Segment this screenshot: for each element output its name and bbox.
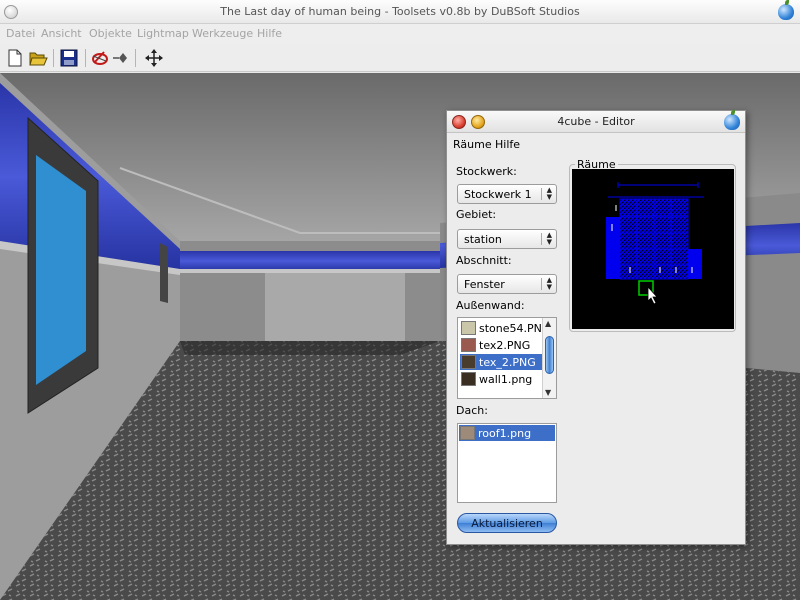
move-arrows-icon[interactable]: [144, 48, 164, 68]
menu-datei[interactable]: Datei: [6, 27, 35, 40]
abschnitt-label: Abschnitt:: [456, 254, 512, 267]
list-scrollbar[interactable]: ▲ ▼: [542, 318, 556, 398]
lightmap-sphere-icon[interactable]: [90, 48, 110, 68]
menu-objekte[interactable]: Objekte: [89, 27, 132, 40]
list-item-label: stone54.PNG: [479, 322, 551, 335]
aktualisieren-button[interactable]: Aktualisieren: [457, 513, 557, 533]
editor-menubar: Räume Hilfe: [447, 134, 745, 154]
stockwerk-select[interactable]: Stockwerk 1 ▲ ▼: [457, 184, 557, 204]
diamond-icon[interactable]: [111, 48, 131, 68]
stockwerk-value: Stockwerk 1: [464, 188, 532, 201]
room-map-canvas[interactable]: [572, 169, 734, 329]
dach-list[interactable]: roof1.png: [457, 423, 557, 503]
editor-titlebar[interactable]: 4cube - Editor: [447, 110, 745, 133]
open-folder-icon[interactable]: [28, 48, 48, 68]
abschnitt-value: Fenster: [464, 278, 505, 291]
main-titlebar: The Last day of human being - Toolsets v…: [0, 0, 800, 24]
aktualisieren-button-label: Aktualisieren: [471, 517, 543, 530]
updown-arrows-icon: ▲ ▼: [546, 231, 552, 246]
aussenwand-label: Außenwand:: [456, 299, 525, 312]
texture-thumbnail: [461, 338, 476, 352]
list-item-label: wall1.png: [479, 373, 533, 386]
select-divider: [541, 188, 542, 200]
texture-thumbnail: [460, 426, 475, 440]
gebiet-select[interactable]: station ▲ ▼: [457, 229, 557, 249]
list-item-label: tex_2.PNG: [479, 356, 536, 369]
dach-label: Dach:: [456, 404, 488, 417]
scroll-thumb[interactable]: [545, 336, 554, 374]
main-menubar: Datei Ansicht Objekte Lightmap Werkzeuge…: [0, 24, 800, 44]
select-divider: [541, 278, 542, 290]
editor-menu-raeume[interactable]: Räume: [453, 138, 492, 151]
menu-lightmap[interactable]: Lightmap: [137, 27, 189, 40]
aussenwand-list[interactable]: stone54.PNG tex2.PNG tex_2.PNG wall1.png…: [457, 317, 557, 399]
scroll-up-icon[interactable]: ▲: [545, 319, 551, 328]
menu-hilfe[interactable]: Hilfe: [257, 27, 282, 40]
select-divider: [541, 233, 542, 245]
editor-title: 4cube - Editor: [557, 115, 635, 128]
apple-logo-icon: [778, 0, 794, 20]
gebiet-label: Gebiet:: [456, 208, 497, 221]
toolbar-separator: [53, 49, 54, 67]
apple-logo-icon: [724, 110, 740, 130]
scroll-down-icon[interactable]: ▼: [545, 388, 551, 397]
editor-menu-hilfe[interactable]: Hilfe: [495, 138, 520, 151]
stockwerk-label: Stockwerk:: [456, 165, 517, 178]
editor-dialog: 4cube - Editor Räume Hilfe Stockwerk: St…: [446, 110, 746, 545]
new-document-icon[interactable]: [5, 48, 25, 68]
abschnitt-select[interactable]: Fenster ▲ ▼: [457, 274, 557, 294]
updown-arrows-icon: ▲ ▼: [546, 276, 552, 291]
toolbar-separator: [85, 49, 86, 67]
texture-thumbnail: [461, 372, 476, 386]
save-disk-icon[interactable]: [59, 48, 79, 68]
texture-thumbnail: [461, 355, 476, 369]
toolbar-separator: [135, 49, 136, 67]
list-item-label: roof1.png: [478, 427, 532, 440]
menu-ansicht[interactable]: Ansicht: [41, 27, 82, 40]
list-item[interactable]: stone54.PNG: [460, 320, 550, 336]
list-item-label: tex2.PNG: [479, 339, 531, 352]
list-item-selected[interactable]: tex_2.PNG: [460, 354, 542, 370]
window-title: The Last day of human being - Toolsets v…: [220, 5, 580, 18]
menu-werkzeuge[interactable]: Werkzeuge: [192, 27, 253, 40]
list-item-selected[interactable]: roof1.png: [459, 425, 555, 441]
texture-thumbnail: [461, 321, 476, 335]
gebiet-value: station: [464, 233, 502, 246]
list-item[interactable]: tex2.PNG: [460, 337, 542, 353]
list-item[interactable]: wall1.png: [460, 371, 542, 387]
updown-arrows-icon: ▲ ▼: [546, 186, 552, 201]
main-toolbar: [0, 44, 800, 72]
